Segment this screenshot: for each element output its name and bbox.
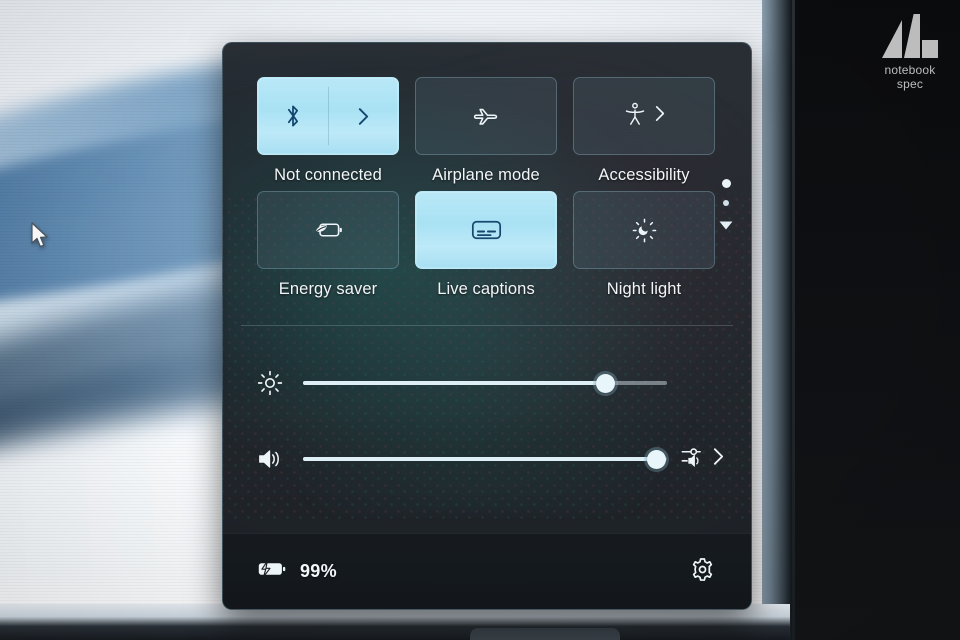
volume-icon <box>257 447 303 471</box>
tile-bluetooth[interactable] <box>257 77 399 155</box>
audio-output-picker-icon[interactable] <box>681 445 707 473</box>
audio-output-picker[interactable] <box>681 445 724 473</box>
airplane-icon[interactable] <box>472 104 500 128</box>
volume-slider-fill <box>303 457 657 461</box>
brightness-slider-fill <box>303 381 606 385</box>
brightness-icon <box>257 370 303 396</box>
caret-down-icon[interactable] <box>719 217 733 235</box>
tile-cell-airplane-mode: Airplane mode <box>415 77 557 185</box>
watermark-line-1: notebook <box>884 63 936 77</box>
quick-settings-divider <box>241 325 733 326</box>
tile-airplane-mode[interactable] <box>415 77 557 155</box>
tile-energy-saver[interactable] <box>257 191 399 269</box>
laptop-bezel-dark <box>792 0 960 640</box>
mouse-pointer-icon <box>30 222 50 250</box>
notebookspec-watermark: notebook spec <box>868 14 952 91</box>
battery-percentage: 99% <box>300 561 337 581</box>
tile-cell-bluetooth: Not connected <box>257 77 399 185</box>
tile-accessibility[interactable] <box>573 77 715 155</box>
laptop-bezel-edge <box>792 0 795 640</box>
tile-label-live-captions: Live captions <box>437 280 535 298</box>
volume-slider-row <box>223 428 751 490</box>
accessibility-icon[interactable] <box>624 102 646 131</box>
pager-dot-inactive[interactable] <box>723 200 729 206</box>
live-captions-icon[interactable] <box>471 219 502 241</box>
bluetooth-chevron-right-icon[interactable] <box>328 78 398 154</box>
tile-label-night-light: Night light <box>606 280 682 298</box>
tile-cell-night-light: Night light <box>573 191 715 299</box>
brightness-slider-row <box>223 352 751 414</box>
tile-label-energy-saver: Energy saver <box>278 280 378 298</box>
pager-dot-active[interactable] <box>721 179 731 188</box>
bluetooth-icon[interactable] <box>258 78 328 154</box>
accessibility-chevron-right-icon[interactable] <box>655 105 665 127</box>
tile-live-captions[interactable] <box>415 191 557 269</box>
laptop-base-nub <box>470 628 620 640</box>
brightness-slider[interactable] <box>303 373 667 393</box>
volume-slider-track[interactable] <box>303 449 667 469</box>
audio-output-chevron-right-icon[interactable] <box>713 447 724 471</box>
settings-button[interactable] <box>685 555 719 589</box>
volume-slider[interactable] <box>303 449 667 469</box>
tile-label-airplane-mode: Airplane mode <box>432 166 540 184</box>
tile-cell-accessibility: Accessibility <box>573 77 715 185</box>
tile-cell-energy-saver: Energy saver <box>257 191 399 299</box>
battery-leaf-icon[interactable] <box>313 221 343 239</box>
tile-label-bluetooth: Not connected <box>274 166 382 184</box>
watermark-line-2: spec <box>896 77 924 91</box>
laptop-bezel-strip <box>762 0 792 640</box>
battery-charging-icon <box>257 560 289 583</box>
quick-settings-footer: 99% <box>223 533 751 609</box>
notebookspec-logo-icon <box>882 14 938 58</box>
night-light-icon[interactable] <box>632 218 657 243</box>
screenshot-stage: notebook spec Not connected Airplane mod… <box>0 0 960 640</box>
brightness-slider-thumb[interactable] <box>595 373 615 393</box>
accessibility-tile-content[interactable] <box>624 102 665 131</box>
quick-settings-panel[interactable]: Not connected Airplane mode Accessibilit… <box>222 42 752 610</box>
tile-night-light[interactable] <box>573 191 715 269</box>
tile-cell-live-captions: Live captions <box>415 191 557 299</box>
battery-status[interactable]: 99% <box>257 560 337 583</box>
volume-slider-thumb[interactable] <box>646 449 666 469</box>
tile-label-accessibility: Accessibility <box>598 166 690 184</box>
quick-settings-pager[interactable] <box>713 179 739 235</box>
gear-icon[interactable] <box>690 557 715 587</box>
brightness-slider-track[interactable] <box>303 373 667 393</box>
quick-settings-tile-grid: Not connected Airplane mode Accessibilit… <box>223 43 751 299</box>
